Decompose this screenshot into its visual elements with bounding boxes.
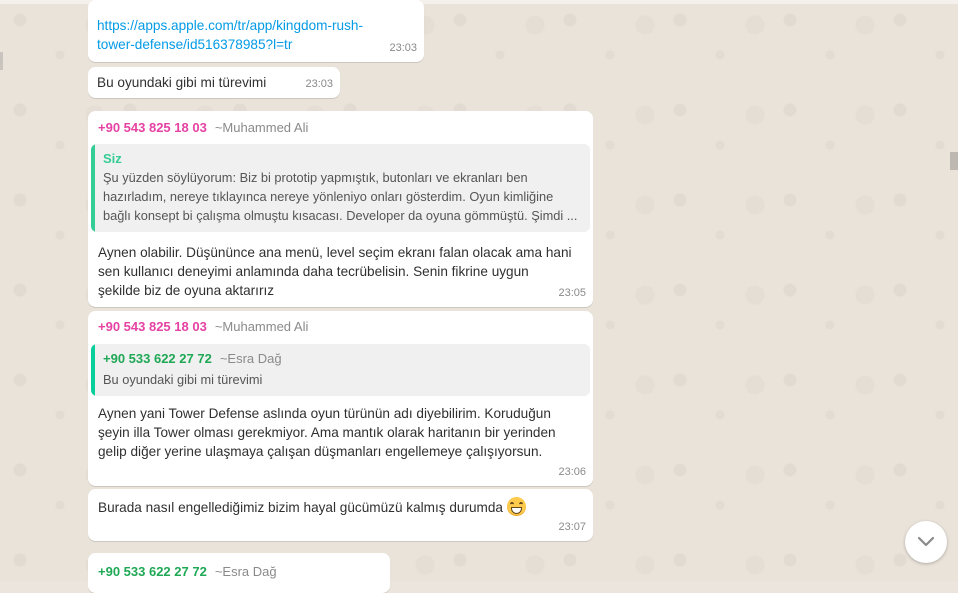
quote-bar: [91, 144, 95, 232]
quote-bar: [91, 344, 95, 396]
message-line: Aynen olabilir. Düşününce ana menü, leve…: [98, 245, 572, 260]
quote-line: Şu yüzden söylüyorum: Biz bi prototip ya…: [103, 170, 528, 185]
quote-author-alias: ~Esra Dağ: [219, 351, 282, 366]
quote-author: +90 533 622 27 72 ~Esra Dağ: [103, 350, 580, 368]
quote-author-phone: +90 533 622 27 72: [103, 351, 212, 366]
quoted-message[interactable]: +90 533 622 27 72 ~Esra Dağ Bu oyundaki g…: [91, 344, 590, 396]
sender-phone: +90 533 622 27 72: [98, 564, 207, 579]
message-link-line: https://apps.apple.com/tr/app/kingdom-ru…: [97, 18, 363, 33]
message-bubble[interactable]: +90 543 825 18 03 ~Muhammed Ali Siz Şu yü…: [88, 111, 593, 307]
message-link[interactable]: https://apps.apple.com/tr/app/kingdom-ru…: [97, 16, 415, 54]
message-bubble[interactable]: Burada nasıl engellediğimiz bizim hayal …: [88, 489, 593, 541]
message-bubble[interactable]: Bu oyundaki gibi mi türevimi 23:03: [88, 67, 340, 98]
sidebar-edge: [0, 52, 3, 70]
message-time: 23:03: [305, 78, 333, 90]
sender-alias: ~Muhammed Ali: [214, 120, 309, 135]
message-line: şeyin illa Tower olması gerekmiyor. Ama …: [98, 425, 556, 440]
message-line: Aynen yani Tower Defense aslında oyun tü…: [98, 406, 551, 421]
quoted-message[interactable]: Siz Şu yüzden söylüyorum: Biz bi prototi…: [91, 144, 590, 232]
message-time: 23:07: [558, 521, 586, 533]
message-line: sen kullanıcı deneyimi anlamında daha te…: [98, 264, 529, 279]
quote-line: Bu oyundaki gibi mi türevimi: [103, 372, 263, 387]
message-sender[interactable]: +90 533 622 27 72 ~Esra Dağ: [98, 563, 277, 581]
quote-line: bağlı konsept bi çalışma olmuştu kısacas…: [103, 208, 578, 223]
scroll-to-bottom-button[interactable]: [905, 521, 947, 563]
message-bubble[interactable]: +90 533 622 27 72 ~Esra Dağ: [88, 553, 390, 593]
message-time: 23:05: [558, 287, 586, 299]
message-text: Aynen yani Tower Defense aslında oyun tü…: [98, 404, 588, 461]
chevron-down-icon: [917, 536, 935, 547]
message-sender[interactable]: +90 543 825 18 03 ~Muhammed Ali: [98, 318, 308, 336]
message-time: 23:06: [558, 466, 586, 478]
quote-line: hazırladım, nereye tıklayınca nereye yön…: [103, 189, 554, 204]
message-line: şekilde biz de oyuna aktarırız: [98, 283, 275, 298]
quote-author: Siz: [103, 151, 122, 166]
message-text: Bu oyundaki gibi mi türevimi: [97, 75, 267, 90]
message-time: 23:03: [389, 42, 417, 54]
sender-phone: +90 543 825 18 03: [98, 319, 207, 334]
message-text: Burada nasıl engellediğimiz bizim hayal …: [98, 500, 503, 515]
message-bubble[interactable]: +90 543 825 18 03 ~Muhammed Ali +90 533 6…: [88, 311, 593, 486]
message-bubble[interactable]: https://apps.apple.com/tr/app/kingdom-ru…: [88, 0, 424, 62]
sender-alias: ~Esra Dağ: [214, 564, 277, 579]
sender-alias: ~Muhammed Ali: [214, 319, 309, 334]
message-link-line: tower-defense/id516378985?l=tr: [97, 37, 293, 52]
message-line: gelip diğer yerine ulaşmaya çalışan düşm…: [98, 444, 543, 459]
scrollbar-thumb[interactable]: [950, 152, 958, 170]
message-sender[interactable]: +90 543 825 18 03 ~Muhammed Ali: [98, 119, 308, 137]
sender-phone: +90 543 825 18 03: [98, 120, 207, 135]
grinning-face-emoji: [507, 497, 526, 516]
message-text: Aynen olabilir. Düşününce ana menü, leve…: [98, 243, 588, 300]
